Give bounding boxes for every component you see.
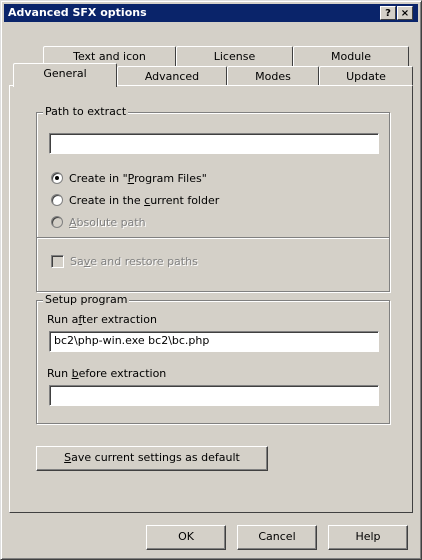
- radio-disabled-icon: [51, 216, 63, 228]
- tab-label: Module: [331, 50, 371, 63]
- help-label: Help: [355, 530, 381, 543]
- group-label: Setup program: [43, 293, 130, 306]
- radio-unchecked-icon[interactable]: [51, 194, 63, 206]
- ok-button[interactable]: OK: [146, 525, 226, 550]
- tab-label: Advanced: [144, 70, 200, 83]
- divider: [37, 237, 389, 239]
- tab-label: Update: [346, 70, 386, 83]
- radio-label: Create in the current folder: [69, 193, 220, 207]
- cancel-label: Cancel: [258, 530, 296, 543]
- setup-program-group: Setup program Run after extraction bc2\p…: [36, 293, 390, 424]
- tab-label: Text and icon: [73, 50, 146, 63]
- tab-advanced[interactable]: Advanced: [117, 66, 227, 87]
- window-title: Advanced SFX options: [8, 6, 147, 19]
- save-restore-paths-checkbox: Save and restore paths: [51, 253, 198, 269]
- path-input[interactable]: [49, 133, 379, 154]
- tab-update[interactable]: Update: [319, 66, 413, 87]
- radio-checked-icon[interactable]: [51, 172, 63, 184]
- tab-module[interactable]: Module: [293, 46, 409, 67]
- radio-program-files[interactable]: Create in "Program Files": [51, 170, 207, 186]
- run-before-input[interactable]: [49, 385, 379, 406]
- run-after-input[interactable]: bc2\php-win.exe bc2\bc.php: [49, 331, 379, 352]
- advanced-sfx-options-dialog: Advanced SFX options ? × Text and icon L…: [0, 0, 422, 560]
- tab-general[interactable]: General: [13, 63, 117, 87]
- help-button[interactable]: Help: [328, 525, 408, 550]
- checkbox-label: Save and restore paths: [70, 254, 198, 268]
- tab-license[interactable]: License: [176, 46, 293, 67]
- help-icon[interactable]: ?: [380, 6, 396, 20]
- radio-label: Absolute path: [69, 215, 146, 229]
- save-settings-default-button[interactable]: Save current settings as default: [36, 446, 268, 471]
- title-bar[interactable]: Advanced SFX options ? ×: [4, 4, 418, 22]
- general-tab-panel: Path to extract Create in "Program Files…: [9, 85, 413, 513]
- radio-label: Create in "Program Files": [69, 171, 207, 185]
- ok-label: OK: [178, 530, 194, 543]
- run-before-label: Run before extraction: [47, 367, 167, 380]
- radio-current-folder[interactable]: Create in the current folder: [51, 192, 219, 208]
- checkbox-icon: [51, 254, 64, 268]
- tab-label: General: [43, 67, 87, 80]
- radio-absolute-path: Absolute path: [51, 214, 146, 230]
- close-icon[interactable]: ×: [397, 6, 413, 20]
- tab-label: Modes: [255, 70, 291, 83]
- cancel-button[interactable]: Cancel: [237, 525, 317, 550]
- tab-modes[interactable]: Modes: [227, 66, 319, 87]
- group-label: Path to extract: [43, 105, 129, 118]
- tab-label: License: [213, 50, 256, 63]
- path-to-extract-group: Path to extract Create in "Program Files…: [36, 105, 390, 292]
- run-after-label: Run after extraction: [47, 313, 157, 326]
